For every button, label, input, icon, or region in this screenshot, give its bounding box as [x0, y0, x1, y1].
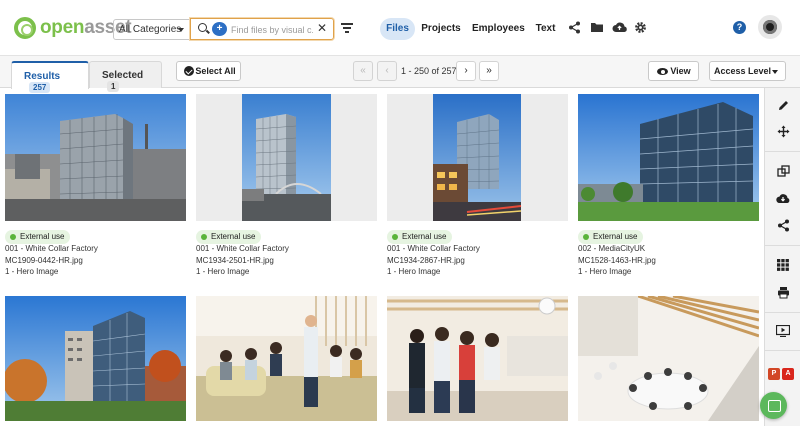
presentation-icon[interactable]: [775, 324, 791, 339]
powerpoint-icon[interactable]: P: [768, 368, 780, 380]
tab-employees[interactable]: Employees: [472, 18, 525, 40]
file-card[interactable]: External use 001 - White Collar Factory …: [5, 94, 186, 280]
pagination-range: 1 - 250 of 257: [401, 66, 457, 76]
copy-icon[interactable]: [776, 165, 790, 179]
file-project: 002 - MediaCityUK: [578, 244, 646, 253]
search-box: + ✕: [190, 18, 334, 40]
view-label: View: [670, 66, 691, 76]
file-name: MC1909-0442-HR.jpg: [5, 256, 83, 265]
next-page-button[interactable]: ›: [456, 61, 476, 81]
avatar[interactable]: [758, 15, 782, 39]
cloud-upload-icon[interactable]: [612, 21, 627, 35]
tab-results-label: Results: [24, 71, 61, 82]
file-category: 1 - Hero Image: [5, 267, 59, 276]
filter-icon[interactable]: [341, 23, 353, 33]
file-thumbnail[interactable]: [196, 296, 377, 421]
move-icon[interactable]: [776, 125, 790, 139]
tab-results[interactable]: Results 257: [11, 61, 89, 93]
file-project: 001 - White Collar Factory: [387, 244, 480, 253]
selected-count-badge: 1: [107, 81, 120, 92]
visual-search-icon[interactable]: +: [212, 22, 227, 36]
grid-icon[interactable]: [776, 259, 790, 273]
file-category: 1 - Hero Image: [196, 267, 250, 276]
print-icon[interactable]: [776, 286, 790, 300]
file-card[interactable]: External use 001 - White Collar Factory …: [387, 94, 568, 280]
download-icon[interactable]: [776, 192, 790, 206]
settings-icon[interactable]: [633, 21, 647, 35]
tab-text[interactable]: Text: [533, 18, 558, 40]
file-card[interactable]: External use 002 - MediaCityUK MC1528-14…: [578, 94, 759, 280]
select-all-button[interactable]: Select All: [176, 61, 241, 81]
category-select-value: All Categories: [119, 24, 182, 35]
help-icon[interactable]: ?: [733, 21, 746, 34]
previous-page-button[interactable]: ‹: [377, 61, 397, 81]
file-thumbnail[interactable]: [387, 94, 568, 221]
view-button[interactable]: View: [648, 61, 699, 81]
eye-icon: [657, 68, 668, 75]
file-thumbnail[interactable]: [5, 296, 186, 421]
file-project: 001 - White Collar Factory: [5, 244, 98, 253]
file-name: MC1934-2501-HR.jpg: [196, 256, 274, 265]
edit-icon[interactable]: [776, 99, 790, 113]
status-badge: External use: [196, 230, 262, 244]
share-icon[interactable]: [776, 219, 790, 233]
results-count-badge: 257: [29, 82, 51, 93]
select-all-label: Select All: [195, 66, 236, 76]
tab-files[interactable]: Files: [380, 18, 415, 40]
access-level-dropdown[interactable]: Access Level: [709, 61, 786, 81]
status-badge: External use: [5, 230, 71, 244]
category-select[interactable]: All Categories: [113, 19, 190, 40]
access-level-label: Access Level: [713, 66, 772, 76]
file-name: MC1934-2867-HR.jpg: [387, 256, 465, 265]
search-icon[interactable]: [198, 23, 207, 32]
file-card[interactable]: External use 001 - White Collar Factory …: [196, 94, 377, 280]
first-page-button[interactable]: «: [353, 61, 373, 81]
tab-selected-label: Selected: [102, 70, 144, 81]
tab-projects[interactable]: Projects: [421, 18, 461, 40]
top-navigation-bar: openasset All Categories + ✕ Files Proje…: [0, 0, 800, 56]
file-thumbnail[interactable]: [5, 94, 186, 221]
file-thumbnail[interactable]: [578, 296, 759, 421]
folder-icon[interactable]: [590, 21, 604, 35]
last-page-button[interactable]: »: [479, 61, 499, 81]
file-project: 001 - White Collar Factory: [196, 244, 289, 253]
check-circle-icon: [184, 66, 194, 76]
chevron-down-icon: [178, 28, 184, 32]
file-category: 1 - Hero Image: [578, 267, 632, 276]
file-category: 1 - Hero Image: [387, 267, 441, 276]
file-thumbnail[interactable]: [387, 296, 568, 421]
pdf-icon[interactable]: A: [782, 368, 794, 380]
clear-search-icon[interactable]: ✕: [317, 21, 327, 35]
file-thumbnail[interactable]: [578, 94, 759, 221]
logo-icon: [14, 17, 36, 39]
chevron-down-icon: [772, 70, 778, 74]
chat-icon[interactable]: [760, 392, 787, 419]
status-badge: External use: [387, 230, 453, 244]
file-thumbnail[interactable]: [196, 94, 377, 221]
tab-selected[interactable]: Selected 1: [89, 61, 162, 92]
search-input[interactable]: [231, 22, 313, 37]
file-name: MC1528-1463-HR.jpg: [578, 256, 656, 265]
status-badge: External use: [578, 230, 644, 244]
share-icon[interactable]: [567, 21, 581, 35]
